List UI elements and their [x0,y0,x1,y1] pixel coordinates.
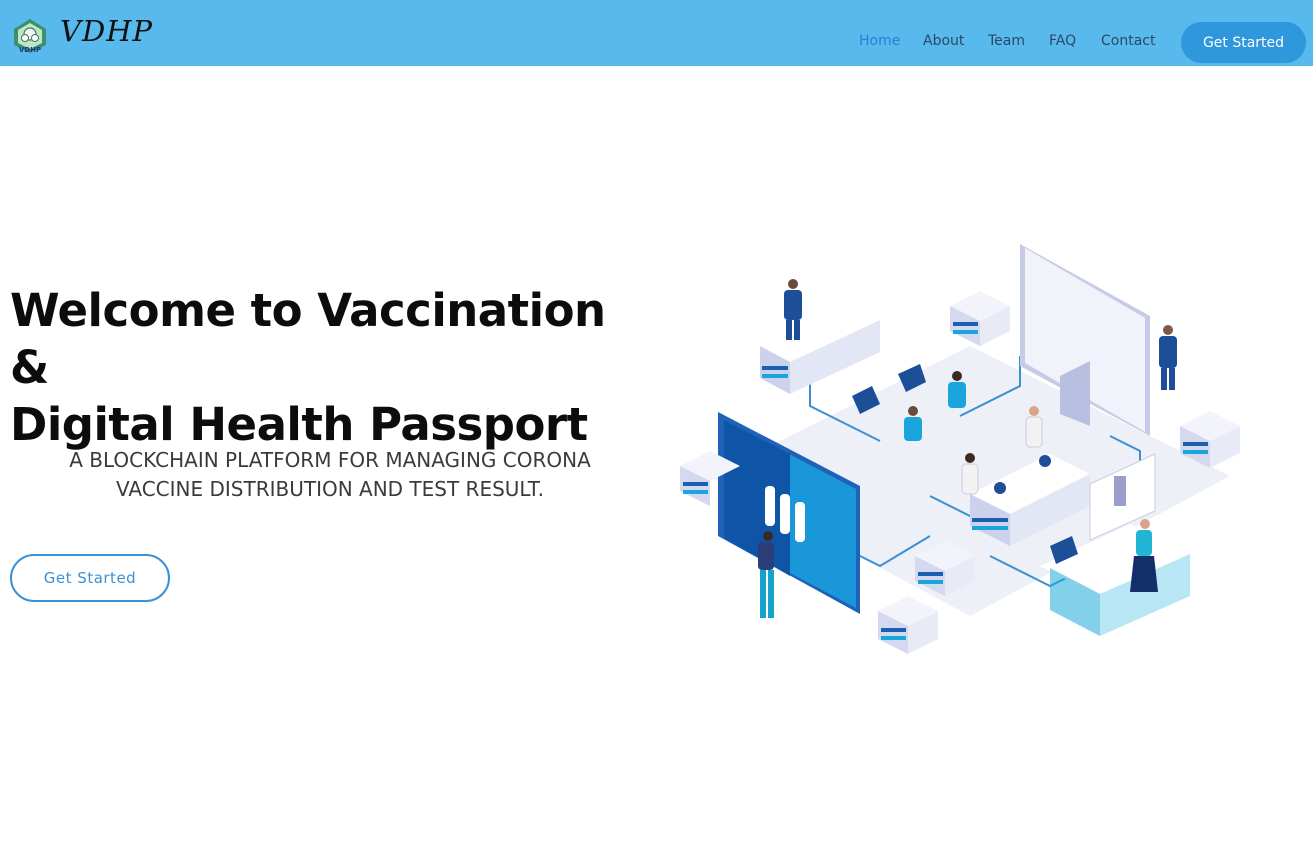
nav-team[interactable]: Team [988,33,1025,49]
get-started-nav-button[interactable]: Get Started [1181,22,1306,63]
nav-home[interactable]: Home [859,33,900,49]
get-started-hero-button[interactable]: Get Started [10,554,170,602]
nav-contact[interactable]: Contact [1101,33,1155,49]
nav-faq[interactable]: FAQ [1049,33,1076,49]
hero-subtitle-line2: VACCINE DISTRIBUTION AND TEST RESULT. [115,477,545,501]
hero-illustration [680,244,1240,654]
hero-title-line1: Welcome to Vaccination & [10,284,606,394]
main-nav: Home About Team FAQ Contact [0,32,1313,52]
hero-title-line2: Digital Health Passport [10,398,588,451]
hero-title: Welcome to Vaccination & Digital Health … [10,282,650,453]
nav-about[interactable]: About [923,33,964,49]
top-navbar: VDHP VDHP Home About Team FAQ Contact Ge… [0,0,1313,66]
hero-subtitle: A BLOCKCHAIN PLATFORM FOR MANAGING CORON… [10,446,650,504]
hero-subtitle-line1: A BLOCKCHAIN PLATFORM FOR MANAGING CORON… [69,448,591,472]
